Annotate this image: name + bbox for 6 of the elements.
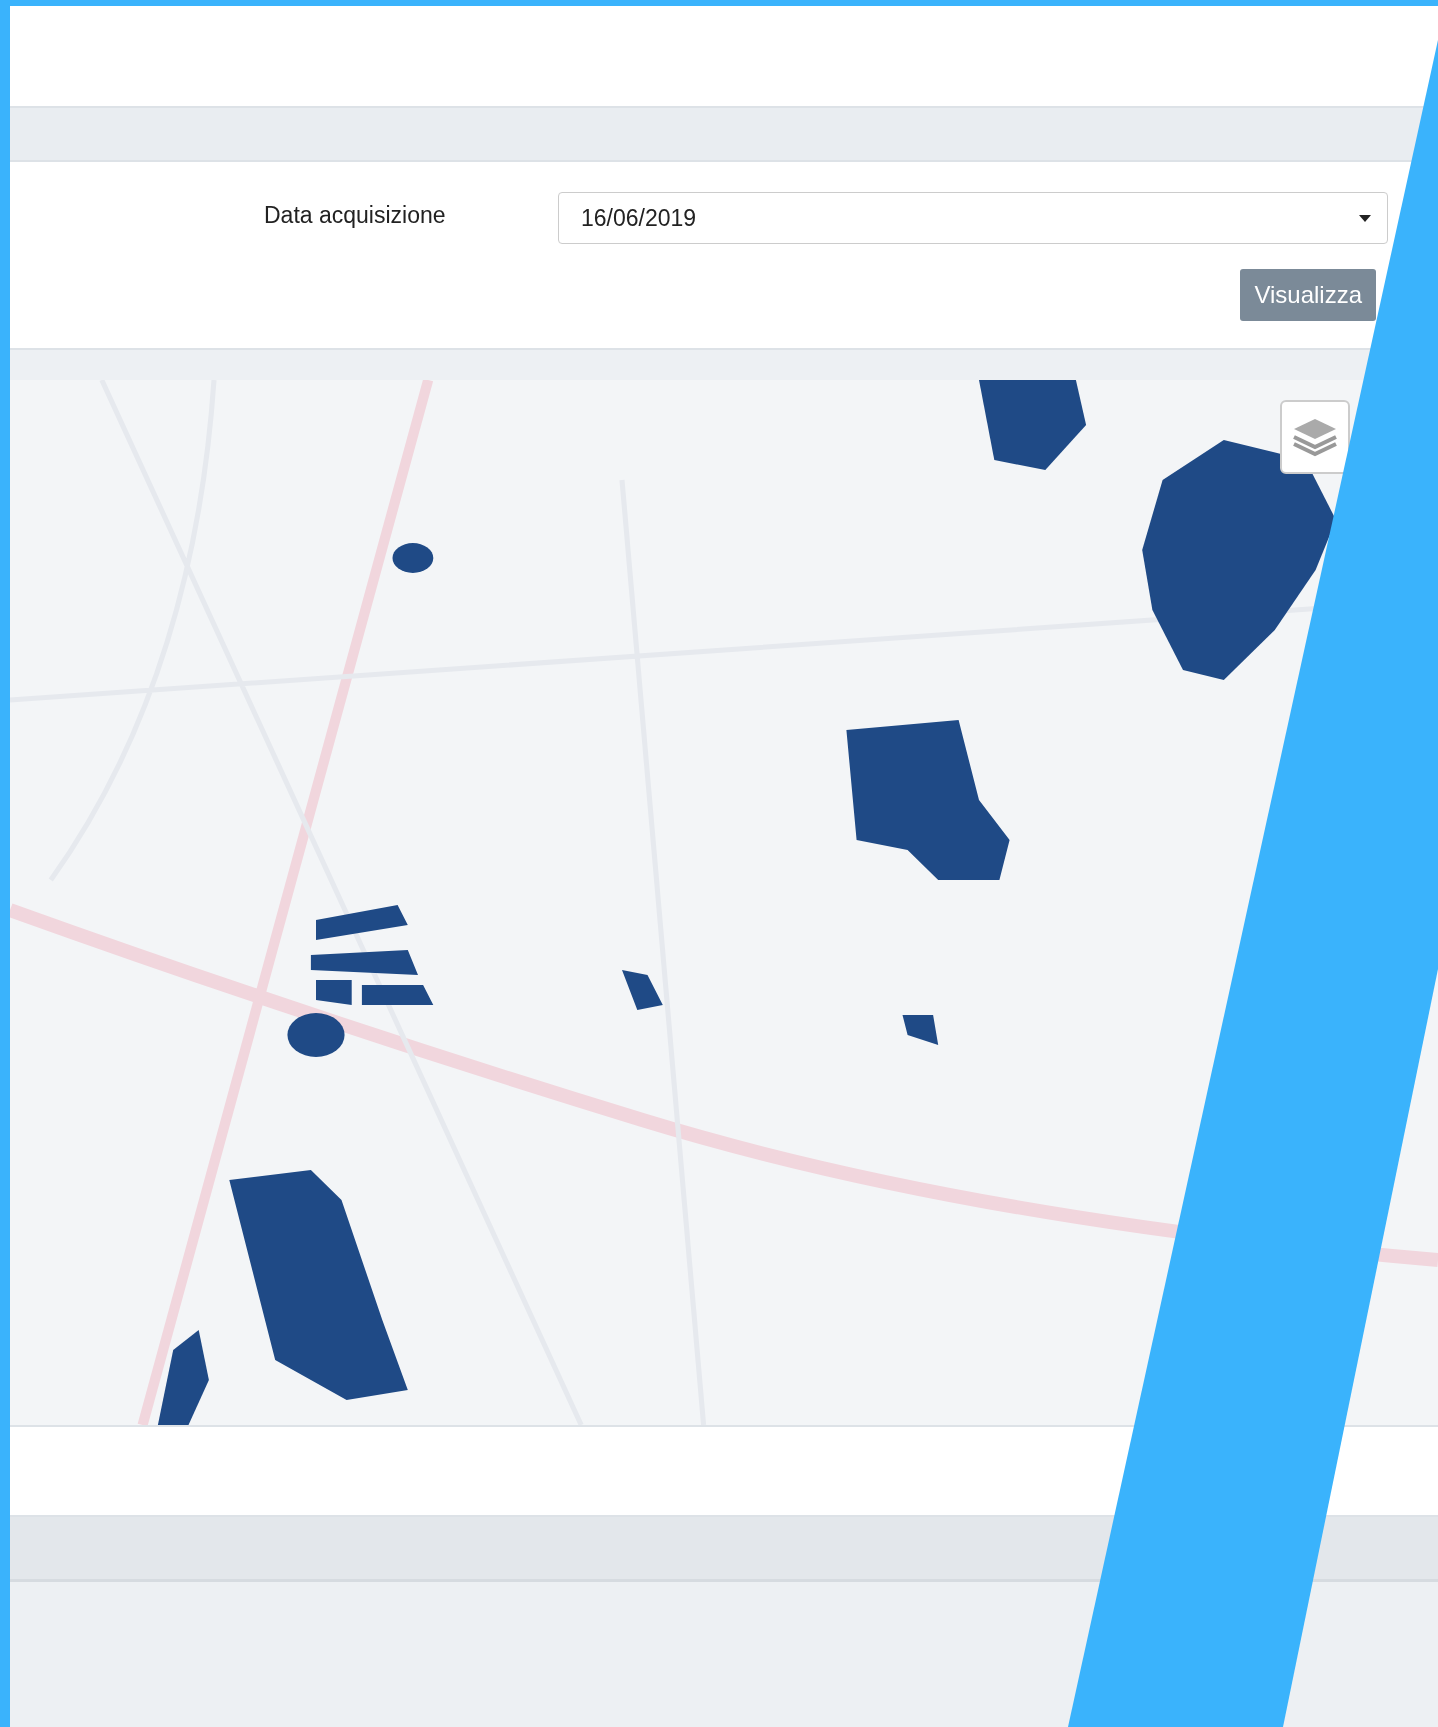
- layers-icon: [1292, 417, 1338, 457]
- layers-button[interactable]: [1280, 400, 1350, 474]
- date-select[interactable]: 16/06/2019: [558, 192, 1388, 244]
- date-label: Data acquisizione: [264, 202, 447, 229]
- caret-icon: [1359, 214, 1371, 222]
- visualizza-button[interactable]: Visualizza: [1240, 269, 1376, 321]
